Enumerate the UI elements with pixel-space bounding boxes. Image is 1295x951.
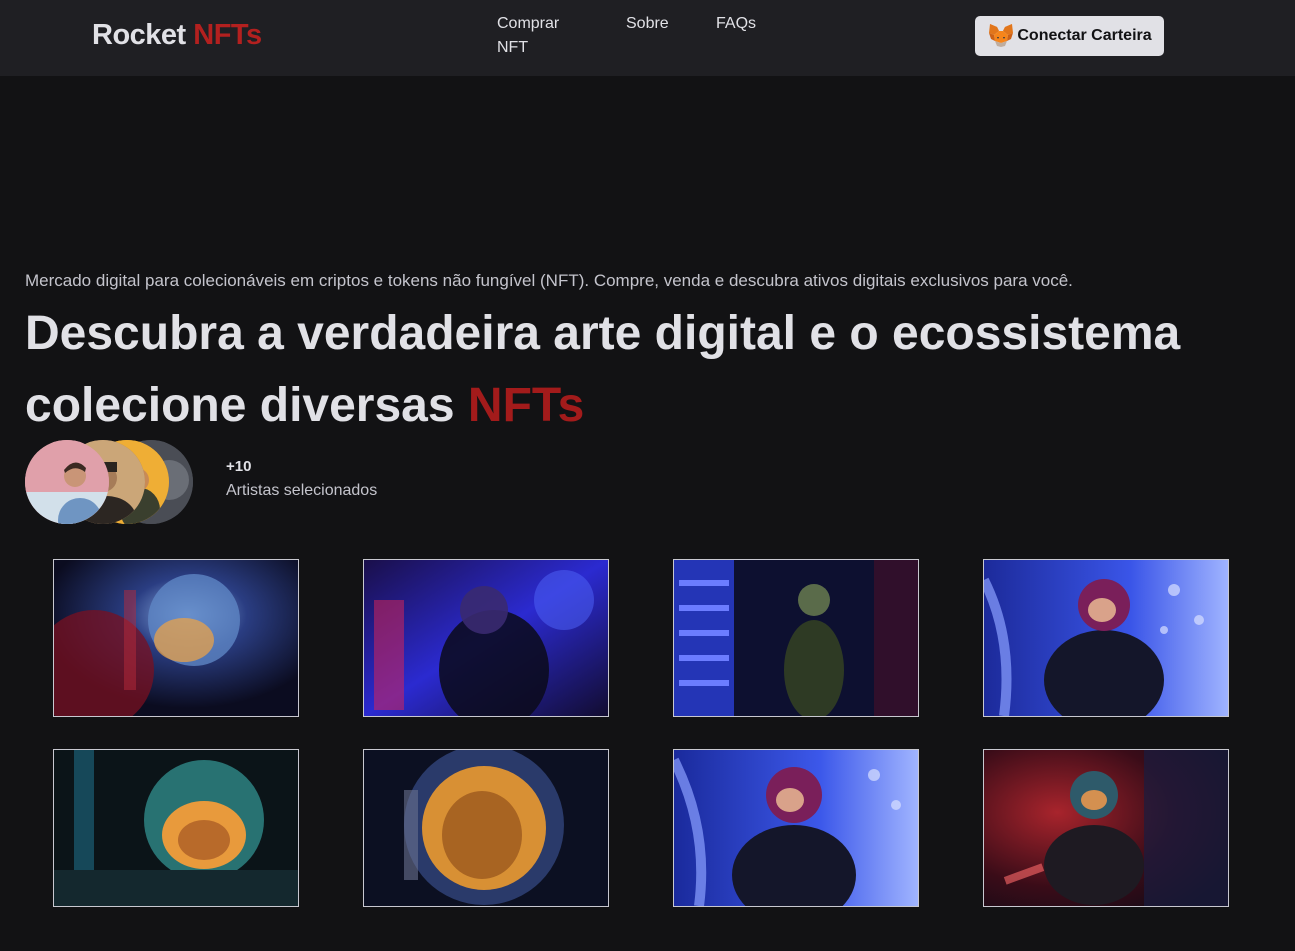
nft-card[interactable]	[673, 559, 919, 717]
hero-headline-accent: NFTs	[467, 379, 585, 432]
logo[interactable]: Rocket NFTs	[92, 19, 262, 52]
nft-card[interactable]	[673, 749, 919, 907]
nft-card[interactable]	[53, 559, 299, 717]
nft-card[interactable]	[983, 749, 1229, 907]
avatar	[25, 440, 109, 524]
nft-image	[364, 560, 608, 716]
nft-card[interactable]	[53, 749, 299, 907]
artists-count: +10	[226, 458, 252, 475]
nft-card[interactable]	[983, 559, 1229, 717]
logo-accent: NFTs	[193, 19, 262, 51]
hero-headline: Descubra a verdadeira arte digital e o e…	[25, 298, 1225, 442]
nav-link-faqs[interactable]: FAQs	[716, 12, 756, 36]
nft-image	[54, 750, 298, 906]
nft-image	[674, 750, 918, 906]
nft-image	[364, 750, 608, 906]
nft-image	[674, 560, 918, 716]
artist-avatars	[25, 440, 205, 530]
nft-card[interactable]	[363, 749, 609, 907]
nft-image	[984, 560, 1228, 716]
nft-card[interactable]	[363, 559, 609, 717]
artists-label: Artistas selecionados	[226, 482, 378, 499]
nft-image	[54, 560, 298, 716]
nav-link-comprar-nft[interactable]: Comprar NFT	[497, 12, 577, 60]
hero-subtitle: Mercado digital para colecionáveis em cr…	[25, 271, 1073, 290]
metamask-fox-icon	[987, 23, 1015, 49]
site-header: Rocket NFTs Comprar NFT Sobre FAQs Conec…	[0, 0, 1295, 76]
hero-headline-main: Descubra a verdadeira arte digital e o e…	[25, 307, 1181, 432]
connect-wallet-label: Conectar Carteira	[1017, 27, 1152, 44]
logo-main: Rocket	[92, 19, 186, 51]
nav-link-sobre[interactable]: Sobre	[626, 12, 669, 36]
nft-image	[984, 750, 1228, 906]
connect-wallet-button[interactable]: Conectar Carteira	[975, 16, 1164, 56]
